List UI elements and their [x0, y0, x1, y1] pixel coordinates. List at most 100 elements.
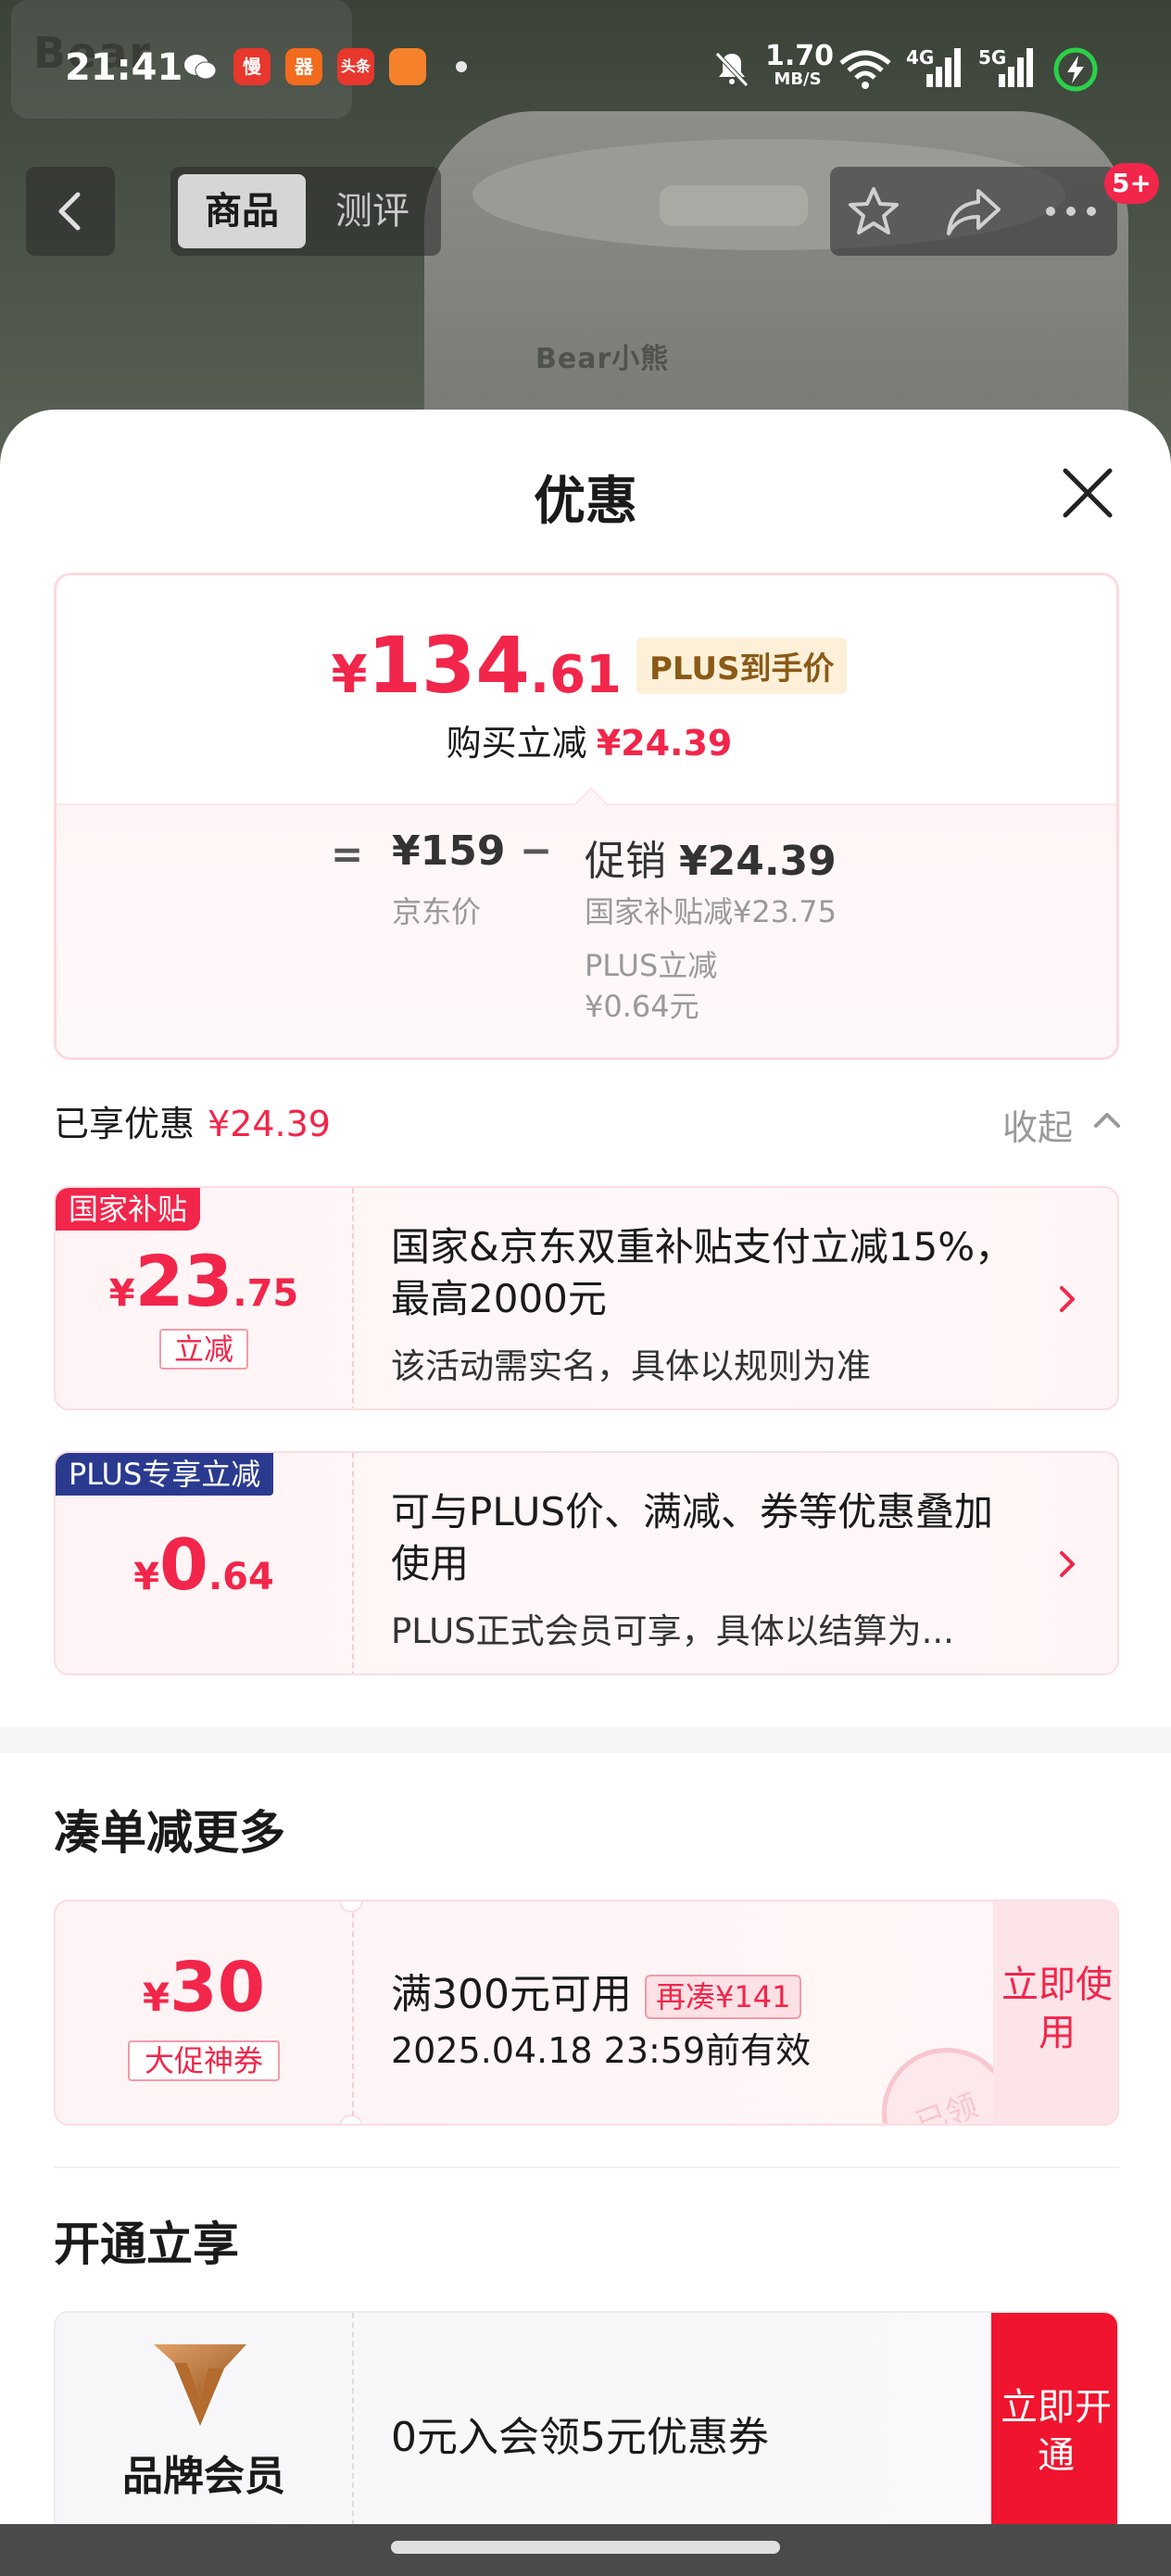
app-notification-icon-4 — [389, 48, 426, 85]
jd-price-label: 京东价 — [392, 894, 482, 929]
app-notification-icon-3: 头条 — [337, 48, 374, 85]
promo-total: 促销 ¥24.39 — [585, 827, 837, 887]
product-image-knob — [660, 185, 808, 226]
chevron-up-icon — [1094, 1113, 1120, 1128]
brand-member-card: 品牌会员 0元入会领5元优惠券 立即开通 — [54, 2311, 1119, 2552]
more-icon[interactable] — [1045, 206, 1097, 217]
final-price-currency: ¥ — [331, 645, 368, 705]
use-now-label: 立即使用 — [1001, 1964, 1113, 2054]
open-membership-label: 立即开通 — [1001, 2386, 1112, 2477]
add-more-tag: 再凑¥141 — [644, 1975, 802, 2019]
final-price-row: ¥134.61 PLUS到手价 — [57, 620, 1116, 711]
wifi-icon — [837, 48, 893, 93]
plus-reduce-amount: ¥0.64元 — [585, 989, 699, 1024]
wechat-icon — [182, 48, 219, 85]
brand-card-divider — [352, 2313, 354, 2550]
claimed-stamp: 已领 — [882, 2048, 1012, 2126]
subsidy-desc: 该活动需实名，具体以规则为准 — [391, 1346, 871, 1386]
product-brand-print: Bear小熊 — [535, 343, 670, 375]
bundle-section-title: 凑单减更多 — [54, 1806, 285, 1860]
equals-sign: = — [331, 831, 364, 877]
subsidy-title: 国家&京东双重补贴支付立减15%，最高2000元 — [391, 1224, 1014, 1321]
price-breakdown: = ¥159 京东价 − 促销 ¥24.39 国家补贴减¥23.75 PLUS立… — [57, 787, 1116, 1057]
final-price: ¥134.61 — [332, 620, 623, 711]
instant-discount-label: 购买立减 — [446, 723, 587, 764]
coupon-type-badge: 大促神券 — [128, 2040, 280, 2081]
coupon-condition: 满300元可用 再凑¥141 — [391, 1961, 802, 2020]
plus-currency: ¥ — [133, 1556, 160, 1598]
enjoyed-amount: ¥24.39 — [208, 1104, 331, 1144]
subsidy-discount-card[interactable]: 国家补贴 ¥23.75 立减 国家&京东双重补贴支付立减15%，最高2000元 … — [54, 1186, 1119, 1410]
plus-discount-card[interactable]: PLUS专享立减 ¥0.64 可与PLUS价、满减、券等优惠叠加使用 PLUS正… — [54, 1451, 1119, 1675]
card-divider — [352, 1453, 354, 1673]
subsidy-amount-integer: 23 — [134, 1240, 233, 1322]
back-button[interactable] — [26, 167, 115, 256]
enjoyed-label: 已享优惠 — [54, 1104, 195, 1144]
breakdown-pointer — [573, 787, 609, 822]
subsidy-amount: ¥23.75 — [56, 1240, 352, 1322]
coupon-notch-top — [339, 1901, 363, 1913]
subsidy-currency: ¥ — [108, 1272, 135, 1315]
instant-reduce-badge: 立减 — [159, 1329, 248, 1370]
status-time: 21:41 — [65, 46, 183, 89]
collapse-label: 收起 — [1002, 1107, 1074, 1148]
message-count-badge: 5+ — [1104, 163, 1159, 204]
app-notification-icon-2: 器 — [285, 48, 322, 85]
section-divider — [54, 2166, 1119, 2168]
net-speed-unit: MB/S — [774, 69, 822, 89]
coupon-amount-value: 30 — [170, 1948, 266, 2027]
tab-review[interactable]: 测评 — [311, 174, 434, 248]
cell-5g-label: 5G — [978, 46, 1007, 69]
top-action-group — [830, 167, 1117, 256]
coupon-amount: ¥30 — [56, 1948, 352, 2027]
collapse-button[interactable]: 收起 — [1002, 1099, 1120, 1150]
plus-desc: PLUS正式会员可享，具体以结算为... — [391, 1611, 954, 1651]
claimed-stamp-text: 已领 — [911, 2087, 983, 2126]
membership-section-title: 开通立享 — [54, 2217, 239, 2271]
cell-signal-4g: 4G — [906, 46, 962, 93]
member-offer-text: 0元入会领5元优惠券 — [391, 2414, 769, 2461]
instant-discount-line: 购买立减 ¥24.39 — [57, 714, 1116, 765]
mute-icon — [711, 48, 752, 93]
plus-amount-decimal: .64 — [208, 1556, 274, 1598]
section-separator — [0, 1727, 1171, 1753]
plus-price-tag: PLUS到手价 — [636, 637, 848, 694]
tab-switcher: 商品 测评 — [170, 167, 441, 256]
use-now-button[interactable]: 立即使用 — [993, 1901, 1117, 2124]
net-speed-value: 1.70 — [765, 40, 835, 72]
minus-sign: − — [520, 827, 553, 873]
app-notification-icon-1: 慢 — [233, 48, 271, 85]
subsidy-amount-decimal: .75 — [233, 1272, 299, 1315]
card-divider — [352, 1188, 354, 1408]
close-icon[interactable] — [1058, 463, 1117, 523]
subsidy-breakdown: 国家补贴减¥23.75 — [585, 894, 837, 929]
coupon-currency: ¥ — [142, 1975, 170, 2020]
sheet-title: 优惠 — [534, 472, 637, 532]
coupon-threshold: 满300元可用 — [391, 1971, 632, 2018]
cell-4g-label: 4G — [906, 46, 935, 69]
star-favorite-icon[interactable] — [847, 185, 900, 237]
plus-title: 可与PLUS价、满减、券等优惠叠加使用 — [391, 1489, 994, 1586]
coupon-notch-bottom — [339, 2115, 363, 2124]
tab-product[interactable]: 商品 — [178, 174, 306, 248]
open-membership-button[interactable]: 立即开通 — [991, 2313, 1117, 2550]
enjoyed-discount: 已享优惠 ¥24.39 — [54, 1095, 331, 1146]
battery-charging-icon — [1052, 46, 1099, 96]
chevron-left-icon — [58, 192, 81, 231]
coupon-expiry: 2025.04.18 23:59前有效 — [391, 2030, 812, 2071]
final-price-integer: 134 — [367, 620, 530, 711]
plus-amount: ¥0.64 — [56, 1523, 352, 1606]
plus-exclusive-tag: PLUS专享立减 — [56, 1453, 274, 1496]
chevron-right-icon — [1060, 1551, 1075, 1577]
share-icon[interactable] — [945, 185, 1002, 237]
cell-signal-5g: 5G — [978, 46, 1034, 93]
chevron-right-icon — [1060, 1286, 1075, 1312]
instant-discount-amount: ¥24.39 — [596, 723, 733, 764]
promo-label: 促销 — [585, 838, 666, 885]
more-notifications-dot — [456, 61, 467, 72]
jd-price-value: ¥159 — [392, 827, 506, 875]
subsidy-tag: 国家补贴 — [56, 1188, 201, 1231]
final-price-decimal: .61 — [529, 645, 623, 705]
price-summary-card: ¥134.61 PLUS到手价 购买立减 ¥24.39 = ¥159 京东价 − 促… — [54, 573, 1119, 1060]
home-indicator[interactable] — [391, 2541, 780, 2554]
